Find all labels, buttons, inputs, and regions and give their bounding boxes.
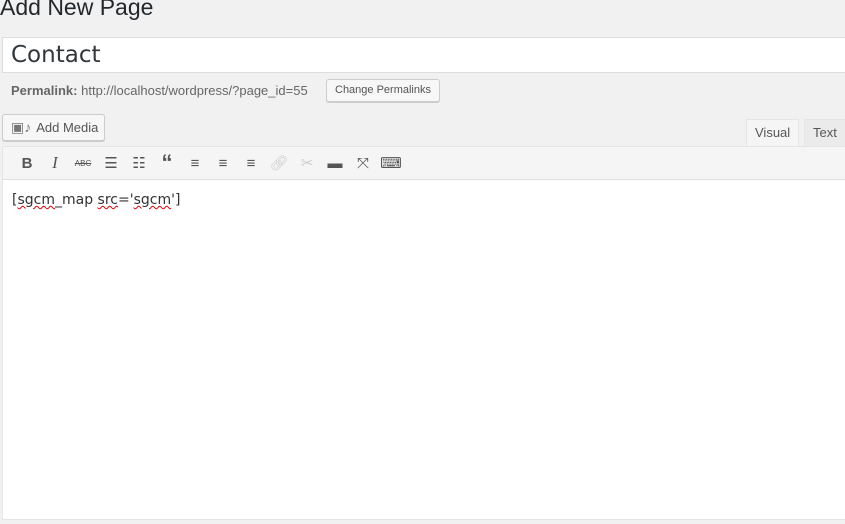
align-right-icon[interactable]: ≡ (237, 150, 265, 176)
page-title: Add New Page (0, 0, 154, 20)
editor-content[interactable]: [sgcm_map src='sgcm'] (2, 180, 845, 520)
add-media-button[interactable]: ▣♪ Add Media (2, 114, 105, 141)
add-media-label: Add Media (36, 120, 99, 135)
bullet-list-icon[interactable]: ☰ (97, 150, 125, 176)
change-permalinks-button[interactable]: Change Permalinks (326, 79, 440, 102)
align-center-icon[interactable]: ≡ (209, 150, 237, 176)
blockquote-icon[interactable]: “ (153, 150, 181, 176)
align-left-icon[interactable]: ≡ (181, 150, 209, 176)
text: =' (118, 192, 134, 208)
bold-icon[interactable]: B (13, 150, 41, 176)
misspelled-word: sgcm (133, 192, 172, 208)
link-icon[interactable]: 🔗︎ (265, 150, 293, 176)
italic-icon[interactable]: I (41, 150, 69, 176)
fullscreen-icon[interactable]: ⤧ (349, 150, 377, 176)
misspelled-word: src (97, 192, 118, 208)
unlink-icon[interactable]: ✂ (293, 150, 321, 176)
tab-visual[interactable]: Visual (746, 119, 799, 147)
text: _map (54, 192, 98, 208)
numbered-list-icon[interactable]: ☷ (125, 150, 153, 176)
misspelled-word: sgcm (17, 192, 55, 208)
read-more-icon[interactable]: ▬ (321, 150, 349, 176)
strikethrough-icon[interactable]: ABC (69, 150, 97, 176)
toolbar-toggle-icon[interactable]: ⌨ (377, 150, 405, 176)
permalink-label: Permalink: (11, 83, 78, 98)
permalink: Permalink: http://localhost/wordpress/?p… (11, 82, 308, 100)
text: '] (171, 192, 181, 208)
title-input[interactable]: Contact (2, 37, 845, 73)
editor-toolbar: B I ABC ☰ ☷ “ ≡ ≡ ≡ 🔗︎ ✂ ▬ ⤧ ⌨ (2, 146, 845, 180)
tab-text[interactable]: Text (804, 119, 845, 147)
media-icon: ▣♪ (11, 119, 32, 135)
permalink-url[interactable]: http://localhost/wordpress/?page_id=55 (81, 83, 308, 98)
